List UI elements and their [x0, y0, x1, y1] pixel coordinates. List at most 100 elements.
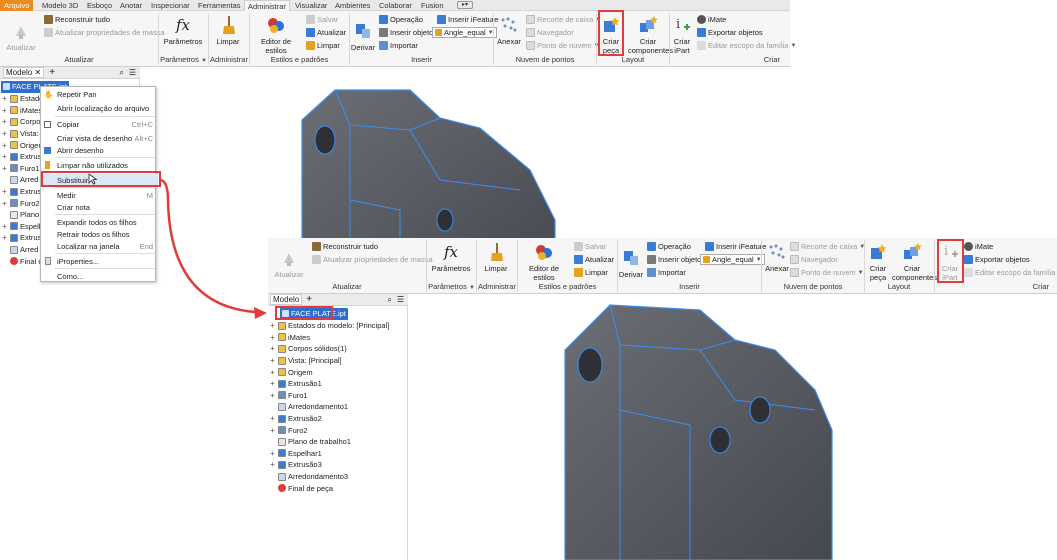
mirror-icon — [278, 449, 286, 458]
tree-item-label: Arredondamento1 — [288, 402, 349, 412]
inserir-objeto-label: Inserir objeto — [658, 255, 702, 264]
expand-icon[interactable]: + — [269, 414, 276, 423]
tree-item-label: Extrusão1 — [288, 379, 322, 389]
update-styles-icon — [574, 255, 583, 264]
expand-icon[interactable]: + — [269, 379, 276, 388]
hole-icon — [278, 426, 286, 435]
expand-icon[interactable]: + — [269, 460, 276, 469]
atualizar-estilos-button[interactable]: Atualizar — [574, 255, 614, 264]
tree-item[interactable]: + Espelhar1 — [269, 448, 322, 460]
menu-icon[interactable]: ☰ — [397, 295, 404, 304]
tree-item[interactable]: Arredondamento3 — [269, 471, 348, 483]
operacao-button[interactable]: Operação — [647, 242, 691, 251]
criar-peca-label-1: Criar — [869, 264, 887, 273]
inserir-objeto-button[interactable]: Inserir objeto — [647, 255, 701, 264]
tree-item-label: Furo2 — [288, 425, 308, 435]
tree-item[interactable]: + Furo2 — [269, 424, 308, 436]
tree-item[interactable]: + Corpos sólidos(1) — [269, 343, 347, 355]
tree-item[interactable]: Final de peça — [269, 482, 333, 494]
insert-object-icon — [647, 255, 656, 264]
criar-peca-button[interactable]: Criar peça — [866, 242, 890, 282]
ponto-de-nuvem-button[interactable]: Ponto de nuvem▼ — [790, 268, 864, 277]
imates-folder-icon — [278, 333, 286, 342]
extrusion-icon — [278, 460, 286, 469]
group-label-estilos: Estilos e padrões — [538, 282, 597, 291]
tree-item-label: Estados do modelo: [Principal] — [288, 321, 390, 331]
group-label-inserir: Inserir — [679, 282, 700, 291]
expand-icon[interactable]: + — [269, 391, 276, 400]
mass-props-icon — [312, 255, 321, 264]
model-browser-bottom: Modelo + ⌕ ☰ FACE PLATE.ipt + Estados do … — [268, 294, 408, 560]
save-icon — [574, 242, 583, 251]
atualizar-label: Atualizar — [274, 270, 304, 279]
imate-button[interactable]: iMate — [964, 242, 993, 251]
expand-icon[interactable]: + — [269, 426, 276, 435]
solid-bodies-icon — [278, 344, 286, 353]
tree-item[interactable]: + iMates — [269, 332, 310, 344]
limpar-button[interactable]: Limpar — [480, 242, 512, 273]
group-label-criar: Criar — [1032, 282, 1049, 291]
atualizar-props-button[interactable]: Atualizar propriedades de massa — [312, 255, 433, 264]
parametros-label: Parâmetros — [431, 264, 471, 273]
angle-icon — [703, 256, 710, 263]
expand-icon[interactable]: + — [269, 449, 276, 458]
editor-de-estilos-button[interactable]: Editor de estilos — [520, 242, 568, 282]
parametros-group-text: Parâmetros — [428, 282, 467, 291]
expand-icon[interactable]: + — [269, 368, 276, 377]
expand-icon[interactable]: + — [269, 344, 276, 353]
browser-header: Modelo + ⌕ ☰ — [268, 294, 408, 306]
tree-item[interactable]: + Origem — [269, 366, 312, 378]
tree-item[interactable]: + Furo1 — [269, 390, 307, 402]
operation-icon — [647, 242, 656, 251]
expand-icon[interactable]: + — [269, 321, 276, 330]
derivar-button[interactable]: Derivar — [618, 248, 644, 279]
salvar-button[interactable]: Salvar — [574, 242, 606, 251]
tree-item[interactable]: Plano de trabalho1 — [269, 436, 351, 448]
navegador-button[interactable]: Navegador — [790, 255, 838, 264]
rebuild-icon — [312, 242, 321, 251]
expand-icon[interactable]: + — [269, 333, 276, 342]
atualizar-estilos-label: Atualizar — [585, 255, 615, 264]
reconstruir-tudo-button[interactable]: Reconstruir tudo — [312, 242, 378, 251]
tree-item-label: Extrusão3 — [288, 460, 322, 470]
tree-item[interactable]: + Vista: [Principal] — [269, 355, 341, 367]
view-icon — [278, 356, 286, 365]
point-cloud-icon — [766, 242, 788, 262]
search-icon[interactable]: ⌕ — [388, 295, 392, 305]
group-label-parametros[interactable]: Parâmetros ▼ — [427, 282, 476, 291]
browser-tab-modelo[interactable]: Modelo — [270, 294, 303, 305]
anexar-button[interactable]: Anexar — [764, 242, 790, 273]
add-tab-button[interactable]: + — [306, 294, 312, 305]
tree-item-label: Arredondamento3 — [288, 472, 349, 482]
expand-icon[interactable]: + — [269, 356, 276, 365]
recorte-label: Recorte de caixa — [801, 242, 858, 251]
tree-item-label: Extrusão2 — [288, 414, 322, 424]
tree-item[interactable]: + Extrusão1 — [269, 378, 322, 390]
angle-equal-select[interactable]: Angle_equal ▼ — [700, 254, 765, 265]
origin-folder-icon — [278, 368, 286, 377]
extrusion-icon — [278, 414, 286, 423]
parametros-button[interactable]: fx Parâmetros — [430, 242, 472, 273]
criar-componentes-label-2: componentes — [892, 273, 938, 282]
end-of-part-icon — [278, 484, 286, 493]
limpar-estilos-button[interactable]: Limpar — [574, 268, 608, 277]
criar-componentes-label-1: Criar — [903, 264, 921, 273]
angle-equal-value: Angle_equal — [712, 255, 754, 264]
fillet-icon — [278, 472, 286, 481]
exportar-objetos-button[interactable]: Exportar objetos — [964, 255, 1030, 264]
inserir-ifeature-button[interactable]: Inserir iFeature — [705, 242, 766, 251]
update-icon — [278, 248, 300, 268]
tree-item[interactable]: + Extrusão2 — [269, 413, 322, 425]
criar-componentes-button[interactable]: Criar componentes — [892, 242, 937, 282]
model-states-icon — [278, 321, 286, 330]
tree-item[interactable]: + Extrusão3 — [269, 459, 322, 471]
ponto-nuvem-label: Ponto de nuvem — [801, 268, 856, 277]
scope-icon — [964, 268, 973, 277]
navigator-icon — [790, 255, 799, 264]
importar-button[interactable]: Importar — [647, 268, 686, 277]
recorte-de-caixa-button[interactable]: Recorte de caixa ▼ — [790, 242, 865, 251]
atualizar-button[interactable]: Atualizar — [272, 248, 306, 279]
tree-item[interactable]: Arredondamento1 — [269, 401, 348, 413]
editar-escopo-button[interactable]: Editar escopo da família▼ — [964, 268, 1057, 277]
tree-item[interactable]: + Estados do modelo: [Principal] — [269, 320, 389, 332]
